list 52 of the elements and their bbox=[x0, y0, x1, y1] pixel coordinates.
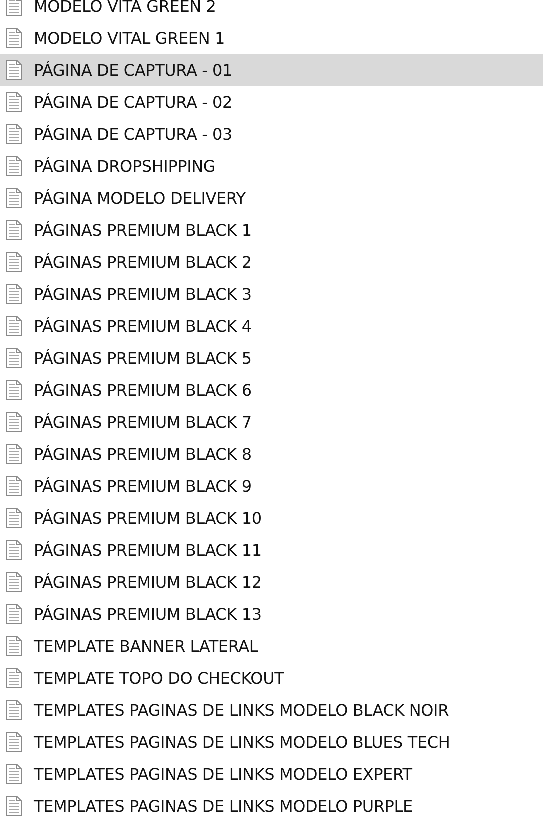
document-icon bbox=[6, 540, 22, 560]
file-item[interactable]: PÁGINAS PREMIUM BLACK 5 bbox=[0, 342, 543, 374]
document-icon bbox=[6, 796, 22, 816]
file-item[interactable]: MODELO VITA GREEN 2 bbox=[0, 0, 543, 22]
document-icon bbox=[6, 124, 22, 144]
file-item[interactable]: PÁGINA DE CAPTURA - 03 bbox=[0, 118, 543, 150]
document-icon bbox=[6, 572, 22, 592]
document-icon bbox=[6, 220, 22, 240]
file-item[interactable]: PÁGINA DE CAPTURA - 02 bbox=[0, 86, 543, 118]
document-icon bbox=[6, 444, 22, 464]
document-icon bbox=[6, 412, 22, 432]
file-item[interactable]: MODELO VITAL GREEN 1 bbox=[0, 22, 543, 54]
document-icon bbox=[6, 60, 22, 80]
file-item[interactable]: TEMPLATES PAGINAS DE LINKS MODELO BLACK NOIR bbox=[0, 694, 543, 726]
document-icon bbox=[6, 380, 22, 400]
file-item[interactable]: PÁGINAS PREMIUM BLACK 10 bbox=[0, 502, 543, 534]
file-item[interactable]: PÁGINAS PREMIUM BLACK 11 bbox=[0, 534, 543, 566]
file-item[interactable]: PÁGINAS PREMIUM BLACK 8 bbox=[0, 438, 543, 470]
document-icon bbox=[6, 764, 22, 784]
file-item[interactable]: PÁGINAS PREMIUM BLACK 13 bbox=[0, 598, 543, 630]
document-icon bbox=[6, 188, 22, 208]
file-item[interactable]: PÁGINA DROPSHIPPING bbox=[0, 150, 543, 182]
document-icon bbox=[6, 604, 22, 624]
document-icon bbox=[6, 700, 22, 720]
file-item[interactable]: PÁGINAS PREMIUM BLACK 9 bbox=[0, 470, 543, 502]
file-item[interactable]: TEMPLATES PAGINAS DE LINKS MODELO EXPERT bbox=[0, 758, 543, 790]
document-icon bbox=[6, 284, 22, 304]
document-icon bbox=[6, 476, 22, 496]
document-icon bbox=[6, 316, 22, 336]
file-item[interactable]: PÁGINAS PREMIUM BLACK 7 bbox=[0, 406, 543, 438]
file-item[interactable]: PÁGINAS PREMIUM BLACK 2 bbox=[0, 246, 543, 278]
file-item[interactable]: TEMPLATE BANNER LATERAL bbox=[0, 630, 543, 662]
file-item[interactable]: PÁGINA MODELO DELIVERY bbox=[0, 182, 543, 214]
document-icon bbox=[6, 28, 22, 48]
document-icon bbox=[6, 92, 22, 112]
document-icon bbox=[6, 732, 22, 752]
file-item[interactable]: TEMPLATES PAGINAS DE LINKS MODELO PURPLE bbox=[0, 790, 543, 822]
document-icon bbox=[6, 668, 22, 688]
file-item[interactable]: PÁGINAS PREMIUM BLACK 6 bbox=[0, 374, 543, 406]
file-item[interactable]: PÁGINAS PREMIUM BLACK 4 bbox=[0, 310, 543, 342]
file-item[interactable]: TEMPLATE TOPO DO CHECKOUT bbox=[0, 662, 543, 694]
file-item[interactable]: PÁGINAS PREMIUM BLACK 12 bbox=[0, 566, 543, 598]
file-item[interactable]: PÁGINA DE CAPTURA - 01 bbox=[0, 54, 543, 86]
document-icon bbox=[6, 156, 22, 176]
file-item[interactable]: PÁGINAS PREMIUM BLACK 3 bbox=[0, 278, 543, 310]
document-icon bbox=[6, 508, 22, 528]
file-item[interactable]: PÁGINAS PREMIUM BLACK 1 bbox=[0, 214, 543, 246]
document-icon bbox=[6, 0, 22, 16]
document-icon bbox=[6, 636, 22, 656]
file-item[interactable]: TEMPLATES PAGINAS DE LINKS MODELO BLUES TECH bbox=[0, 726, 543, 758]
document-icon bbox=[6, 252, 22, 272]
document-icon bbox=[6, 348, 22, 368]
